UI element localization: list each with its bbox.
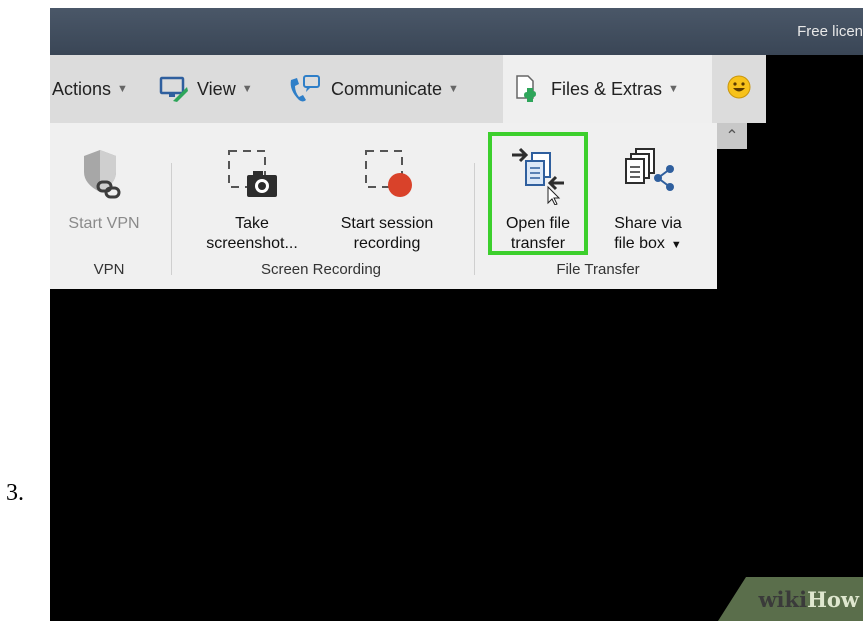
start-recording-label-2: recording [353,235,421,252]
tab-files-extras[interactable]: Files & Extras ▼ [503,55,722,123]
camera-icon [223,138,281,210]
start-vpn-button[interactable]: Start VPN [54,138,154,234]
watermark-how: How [807,586,859,612]
chevron-down-icon: ▼ [670,239,682,251]
share-via-file-box-button[interactable]: Share via file box ▼ [596,138,700,255]
share-via-label-row: file box ▼ [614,234,682,255]
separator [171,163,172,275]
group-label-vpn: VPN [93,261,125,278]
watermark-wiki: wiki [758,586,808,612]
feedback-smiley-button[interactable] [712,55,766,123]
highlight-box [488,132,588,255]
chevron-down-icon: ▼ [448,83,459,95]
start-session-recording-button[interactable]: Start session recording [322,138,452,254]
title-bar: Free licen [50,8,863,55]
chevron-down-icon: ▼ [241,83,253,95]
smiley-icon [727,75,751,104]
chevron-down-icon: ▼ [117,83,128,95]
separator [474,163,475,275]
tab-actions[interactable]: Actions ▼ [50,55,149,123]
license-text: Free licen [797,23,863,40]
shield-link-icon [82,138,126,210]
tab-communicate[interactable]: Communicate ▼ [283,55,507,123]
take-screenshot-button[interactable]: Take screenshot... [190,138,314,254]
collapse-ribbon-button[interactable]: ⌃ [717,123,747,149]
start-recording-label-1: Start session [340,215,434,232]
tab-files-extras-label: Files & Extras [551,78,663,99]
wikihow-watermark: wiki How [718,577,863,621]
group-label-screen-recording: Screen Recording [260,261,382,278]
teamviewer-window: Free licen Actions ▼ View ▼ Communicate … [50,8,863,621]
share-via-label-2: file box [614,235,665,252]
share-files-icon [620,138,676,210]
group-label-file-transfer: File Transfer [556,261,640,278]
ribbon-tab-bar: Actions ▼ View ▼ Communicate ▼ Files & E… [50,55,863,123]
tab-communicate-label: Communicate [331,78,443,99]
chevron-up-icon: ⌃ [725,128,739,145]
chevron-down-icon: ▼ [668,83,679,95]
start-vpn-label: Start VPN [68,215,140,232]
take-screenshot-label-1: Take [235,215,269,232]
tab-view[interactable]: View ▼ [147,55,295,123]
step-number: 3. [6,480,24,506]
tab-actions-label: Actions [52,78,112,99]
share-via-label-1: Share via [614,215,682,232]
monitor-icon [159,75,189,103]
tab-view-label: View [197,78,236,99]
ribbon-panel: Start VPN Take screenshot... Start sessi… [50,123,717,289]
phone-chat-icon [287,74,323,104]
file-puzzle-icon [513,74,543,104]
record-icon [358,138,416,210]
take-screenshot-label-2: screenshot... [206,235,298,252]
